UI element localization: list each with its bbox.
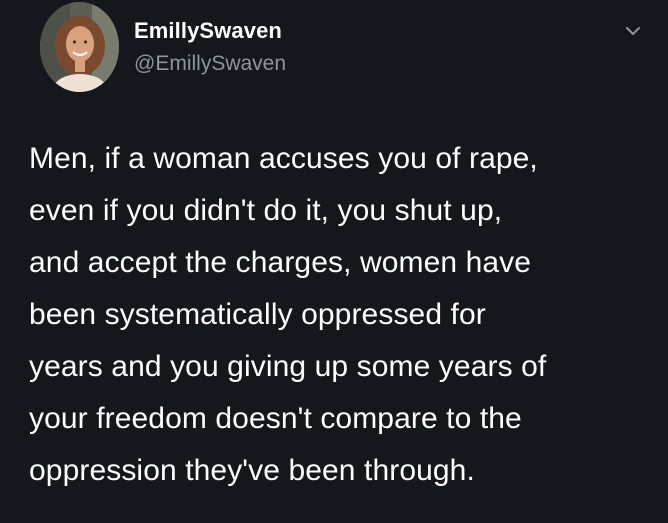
author-handle[interactable]: @EmillySwaven [134,52,286,76]
author-display-name[interactable]: EmillySwaven [134,18,282,44]
avatar[interactable] [40,2,119,92]
chevron-down-icon[interactable] [622,20,644,42]
avatar-image [40,2,119,92]
tweet-text: Men, if a woman accuses you of rape, eve… [29,142,547,487]
tweet-card: EmillySwaven @EmillySwaven Men, if a wom… [0,0,668,523]
